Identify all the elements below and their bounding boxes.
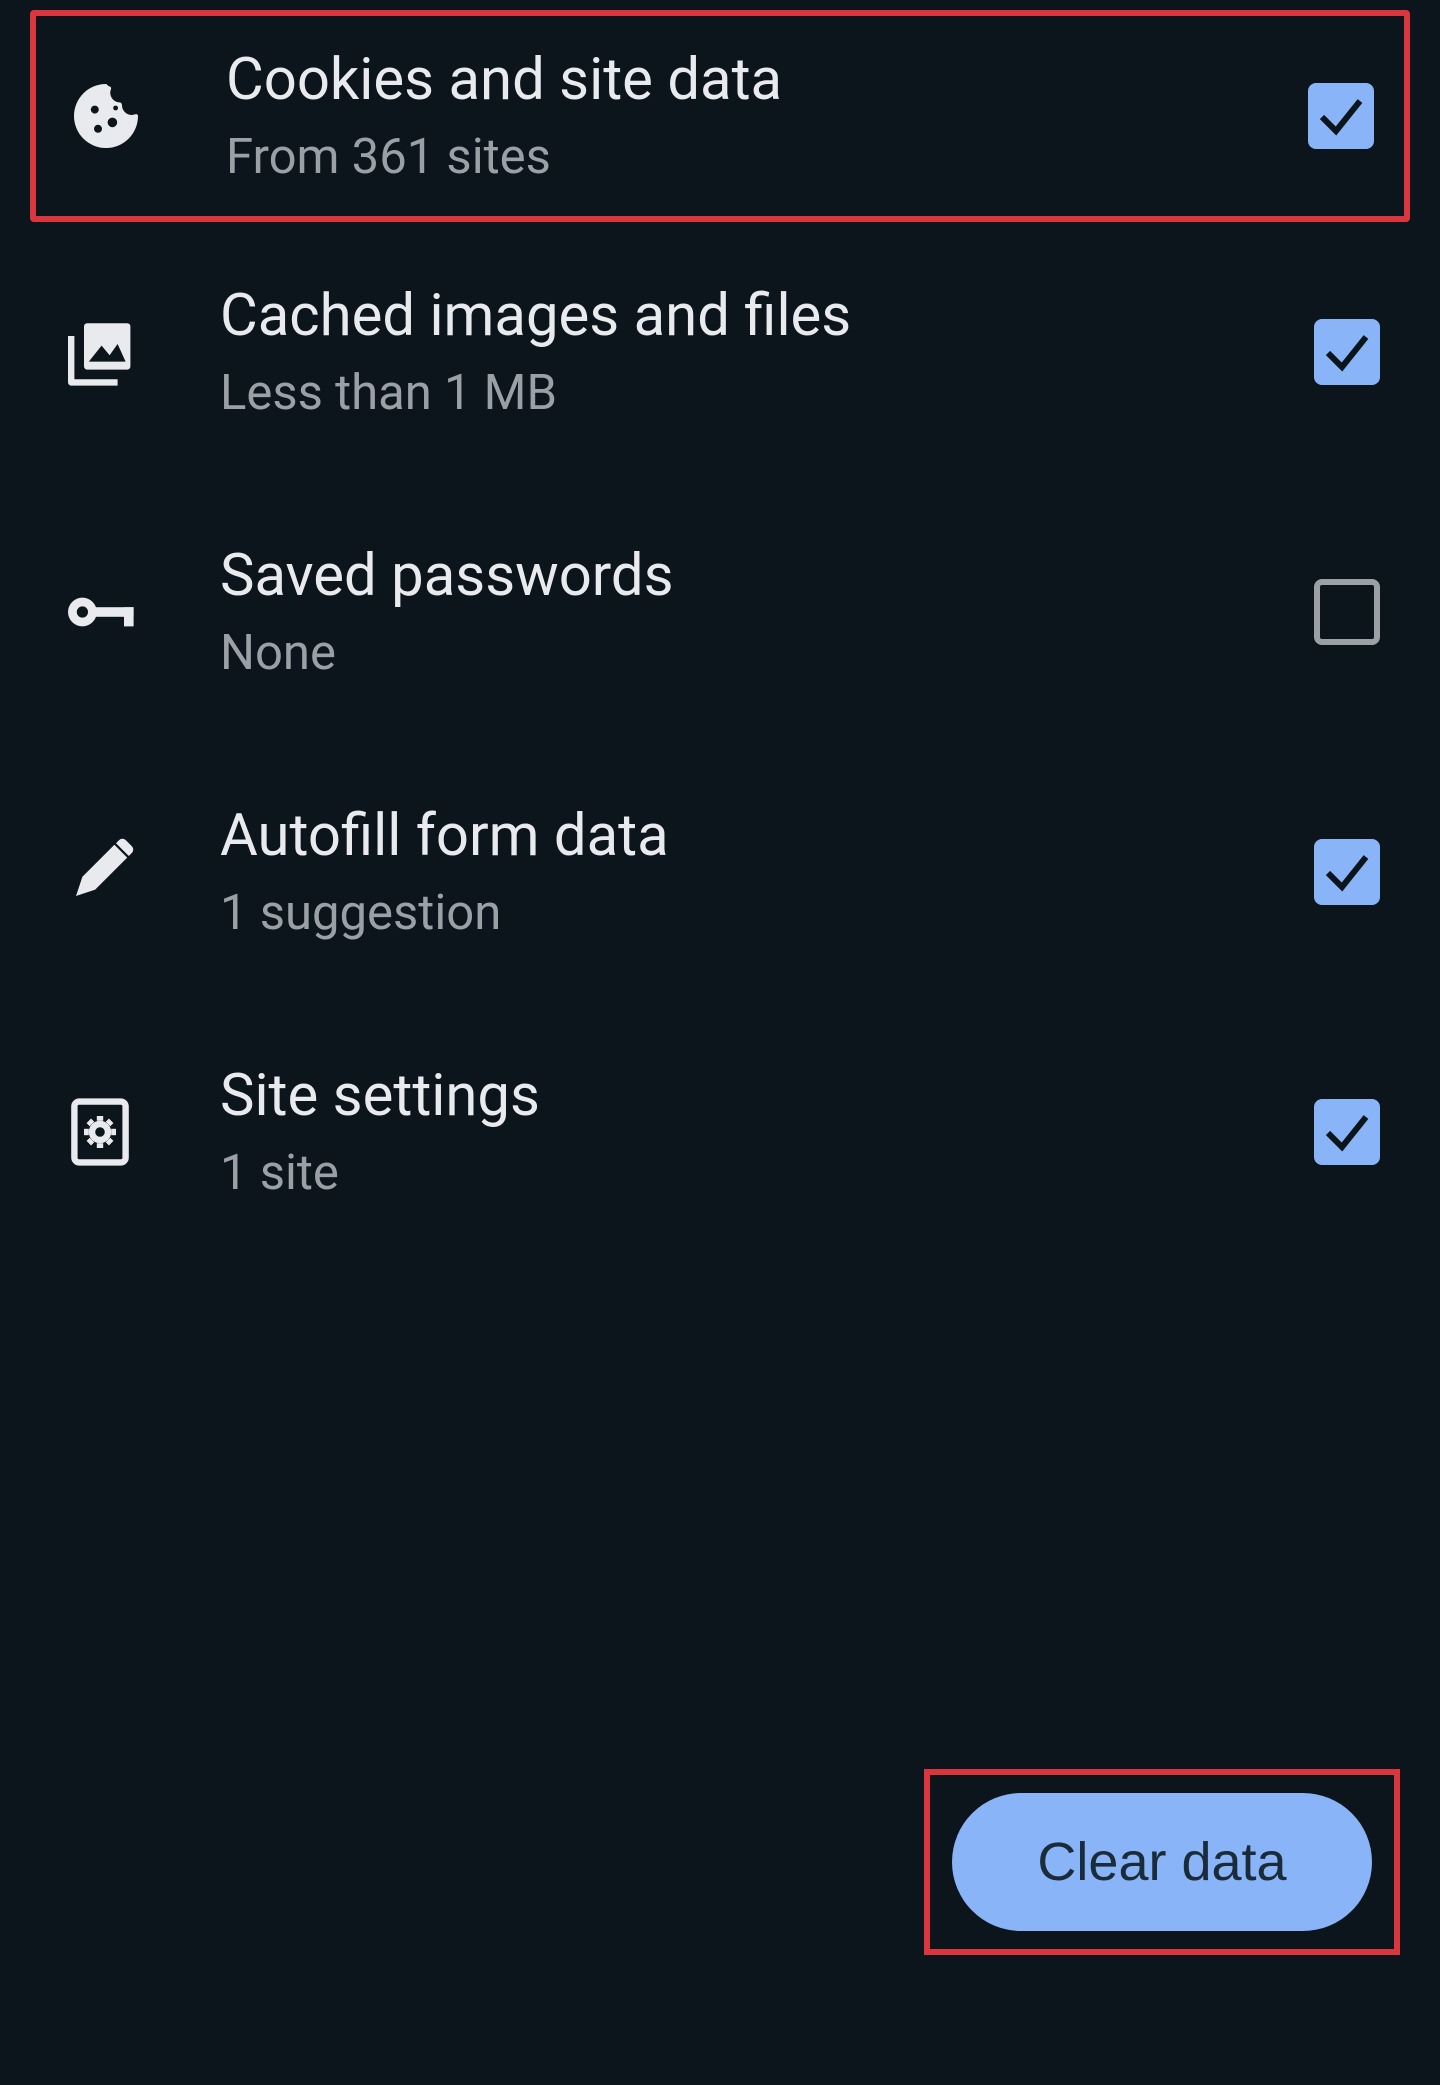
row-subtitle: 1 site: [220, 1141, 1270, 1205]
row-autofill[interactable]: Autofill form data 1 suggestion: [40, 742, 1400, 1002]
row-subtitle: None: [220, 621, 1270, 685]
image-stack-icon: [50, 312, 220, 392]
cookie-icon: [56, 76, 226, 156]
cog-card-icon: [50, 1092, 220, 1172]
row-title: Autofill form data: [220, 800, 1270, 873]
checkbox-cache[interactable]: [1314, 319, 1380, 385]
row-subtitle: 1 suggestion: [220, 881, 1270, 945]
checkbox-cookies[interactable]: [1308, 83, 1374, 149]
row-subtitle: Less than 1 MB: [220, 361, 1270, 425]
row-site-settings-text: Site settings 1 site: [220, 1060, 1270, 1204]
row-title: Saved passwords: [220, 540, 1270, 613]
checkbox-passwords[interactable]: [1314, 579, 1380, 645]
pencil-icon: [50, 832, 220, 912]
row-subtitle: From 361 sites: [226, 125, 1264, 189]
row-cache-text: Cached images and files Less than 1 MB: [220, 280, 1270, 424]
row-title: Cookies and site data: [226, 44, 1264, 117]
row-cache[interactable]: Cached images and files Less than 1 MB: [40, 222, 1400, 482]
clear-data-list: Cookies and site data From 361 sites Cac…: [0, 10, 1440, 1262]
row-title: Site settings: [220, 1060, 1270, 1133]
row-title: Cached images and files: [220, 280, 1270, 353]
key-icon: [50, 572, 220, 652]
row-passwords[interactable]: Saved passwords None: [40, 482, 1400, 742]
row-passwords-text: Saved passwords None: [220, 540, 1270, 684]
footer-highlight: Clear data: [924, 1769, 1400, 1955]
checkbox-site-settings[interactable]: [1314, 1099, 1380, 1165]
row-autofill-text: Autofill form data 1 suggestion: [220, 800, 1270, 944]
clear-browsing-data-screen: Cookies and site data From 361 sites Cac…: [0, 0, 1440, 2085]
clear-data-button[interactable]: Clear data: [952, 1793, 1372, 1931]
row-cookies[interactable]: Cookies and site data From 361 sites: [30, 10, 1410, 222]
row-site-settings[interactable]: Site settings 1 site: [40, 1002, 1400, 1262]
checkbox-autofill[interactable]: [1314, 839, 1380, 905]
row-cookies-text: Cookies and site data From 361 sites: [226, 44, 1264, 188]
